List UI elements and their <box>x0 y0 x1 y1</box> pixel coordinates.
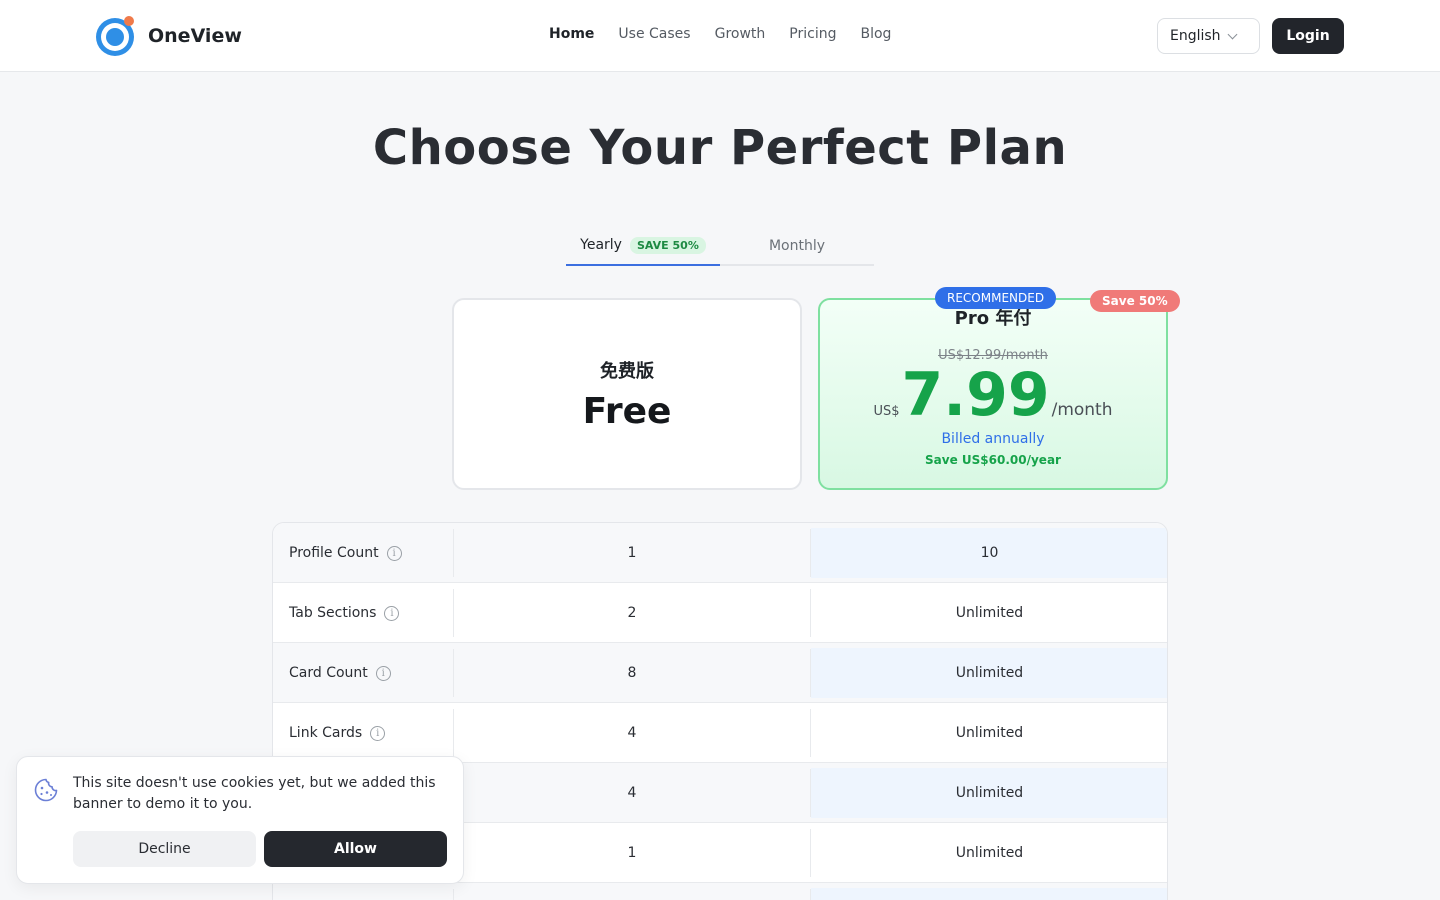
feature-label-text: Profile Count <box>289 545 379 561</box>
pro-price: US$ 7.99 /month <box>874 365 1113 427</box>
table-row <box>273 883 1167 900</box>
free-value: 4 <box>627 725 637 741</box>
nav-blog[interactable]: Blog <box>860 26 891 42</box>
pro-price-amount: 7.99 <box>901 360 1050 430</box>
nav-growth[interactable]: Growth <box>715 26 766 42</box>
feature-label-text: Tab Sections <box>289 605 377 621</box>
pro-value: Unlimited <box>811 768 1167 818</box>
tab-yearly-label: Yearly <box>580 237 622 253</box>
language-value: English <box>1170 28 1221 44</box>
free-value: 2 <box>627 605 637 621</box>
save-percent-badge: Save 50% <box>1090 290 1180 312</box>
tab-yearly[interactable]: Yearly SAVE 50% <box>566 226 720 266</box>
feature-label: Link Cards i <box>289 703 386 763</box>
table-row: Card Count i 8 Unlimited <box>273 643 1167 703</box>
feature-label: Card Count i <box>289 643 391 703</box>
nav-home[interactable]: Home <box>549 26 594 42</box>
feature-label: Profile Count i <box>289 523 402 583</box>
allow-cookies-button[interactable]: Allow <box>264 831 447 867</box>
brand-name: OneView <box>148 25 242 47</box>
free-value <box>454 883 810 900</box>
nav-use-cases[interactable]: Use Cases <box>618 26 690 42</box>
language-select[interactable]: English <box>1157 18 1260 54</box>
feature-label-text: Card Count <box>289 665 368 681</box>
yearly-save-badge: SAVE 50% <box>629 236 706 254</box>
feature-label-text: Link Cards <box>289 725 363 741</box>
pro-value: Unlimited <box>811 648 1167 698</box>
info-icon[interactable]: i <box>386 545 402 561</box>
pro-value: Unlimited <box>955 725 1024 741</box>
table-row: Link Cards i 4 Unlimited <box>273 703 1167 763</box>
plan-card-free[interactable]: 免费版 Free <box>452 298 802 490</box>
billing-tabs: Yearly SAVE 50% Monthly <box>566 226 874 266</box>
chevron-down-icon <box>1227 29 1238 39</box>
main-nav: Home Use Cases Growth Pricing Blog <box>549 26 891 42</box>
info-icon[interactable]: i <box>375 665 391 681</box>
pro-value <box>811 888 1167 900</box>
cookie-banner: This site doesn't use cookies yet, but w… <box>16 756 464 884</box>
free-value: 4 <box>627 785 637 801</box>
pro-value: Unlimited <box>955 605 1024 621</box>
cookie-message: This site doesn't use cookies yet, but w… <box>73 775 436 812</box>
free-value: 1 <box>627 845 637 861</box>
info-icon[interactable]: i <box>370 725 386 741</box>
tab-monthly-label: Monthly <box>768 238 826 254</box>
pro-value: Unlimited <box>955 845 1024 861</box>
cookie-icon <box>34 778 58 802</box>
tab-monthly[interactable]: Monthly <box>720 226 874 266</box>
free-plan-price: Free <box>582 390 672 432</box>
recommended-badge: RECOMMENDED <box>935 287 1057 309</box>
info-icon[interactable]: i <box>384 605 400 621</box>
nav-pricing[interactable]: Pricing <box>789 26 836 42</box>
pro-billing-note: Billed annually <box>941 431 1045 447</box>
page-title: Choose Your Perfect Plan <box>372 120 1068 176</box>
pro-savings: Save US$60.00/year <box>925 453 1061 467</box>
plan-card-pro[interactable]: RECOMMENDED Save 50% Pro 年付 US$12.99/mon… <box>818 287 1180 490</box>
free-plan-name: 免费版 <box>600 360 654 382</box>
free-value: 1 <box>627 545 637 561</box>
oneview-logo-icon <box>96 16 136 56</box>
brand-logo[interactable]: OneView <box>96 16 242 56</box>
table-row: Tab Sections i 2 Unlimited <box>273 583 1167 643</box>
login-button[interactable]: Login <box>1272 18 1344 54</box>
feature-label: Tab Sections i <box>289 583 400 643</box>
decline-cookies-button[interactable]: Decline <box>73 831 256 867</box>
table-row: Profile Count i 1 10 <box>273 523 1167 583</box>
pro-value: 10 <box>811 528 1167 578</box>
top-header: OneView Home Use Cases Growth Pricing Bl… <box>0 0 1440 72</box>
pro-price-period: /month <box>1051 400 1113 420</box>
pro-price-currency: US$ <box>873 404 900 419</box>
free-value: 8 <box>627 665 637 681</box>
